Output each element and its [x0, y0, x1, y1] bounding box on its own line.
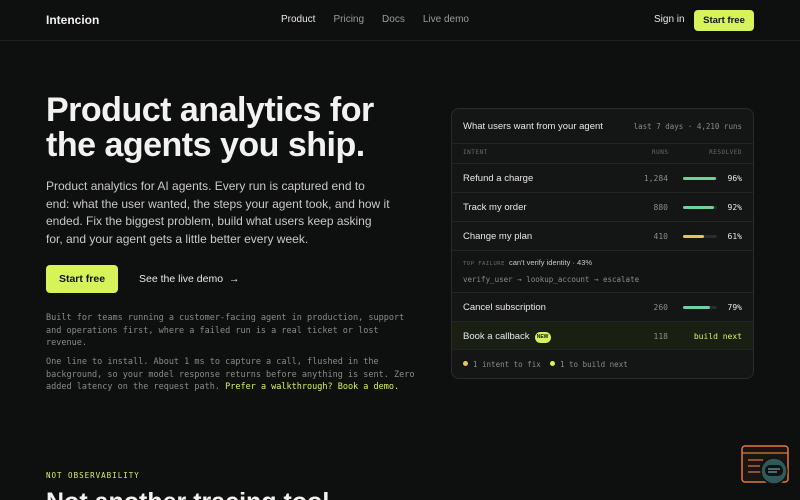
intent-row[interactable]: Refund a charge 1,284 96% [452, 163, 753, 192]
nav-link-pricing[interactable]: Pricing [333, 14, 364, 25]
resolved-bar-fill [683, 306, 710, 309]
new-badge: NEW [534, 332, 551, 343]
intent-runs: 410 [653, 232, 668, 241]
callback-label: Book a callback [463, 331, 530, 342]
failure-label: TOP FAILURE [463, 261, 505, 267]
audience-note: Built for teams running a customer-facin… [46, 313, 405, 348]
sign-in-link[interactable]: Sign in [654, 14, 685, 25]
resolved-bar [683, 306, 717, 309]
start-free-nav-button[interactable]: Start free [694, 10, 754, 31]
install-note: One line to install. About 1 ms to captu… [46, 356, 416, 394]
resolved-bar [683, 235, 717, 238]
intent-row[interactable]: Change my plan 410 61% [452, 221, 753, 250]
build-summary: 1 to build next [550, 360, 628, 369]
fix-summary-text: 1 intent to fix [473, 360, 541, 369]
live-demo-label: See the live demo [139, 273, 224, 285]
section-eyebrow: NOT OBSERVABILITY [46, 471, 140, 480]
resolved-bar [683, 177, 717, 180]
nav-link-product[interactable]: Product [281, 14, 315, 25]
nav-links: Product Pricing Docs Live demo [281, 14, 487, 25]
hero-description: Product analytics for AI agents. Every r… [46, 179, 390, 246]
intent-pct: 79% [727, 303, 742, 312]
intent-pct: 61% [727, 232, 742, 241]
hero-title: Product analytics for the agents you shi… [46, 91, 374, 164]
panel-title: What users want from your agent [463, 121, 603, 132]
intent-name: Track my order [463, 202, 527, 213]
dot-yellow-icon [463, 361, 468, 366]
col-resolved-header: RESOLVED [709, 149, 742, 156]
intent-row[interactable]: Track my order 880 92% [452, 192, 753, 221]
panel-footer: 1 intent to fix 1 to build next [452, 349, 753, 378]
start-free-button[interactable]: Start free [46, 265, 118, 293]
intent-runs: 1,284 [643, 174, 668, 183]
fix-summary: 1 intent to fix [463, 360, 541, 369]
build-summary-text: 1 to build next [560, 360, 628, 369]
build-next-label: build next [693, 332, 742, 341]
book-demo-link[interactable]: Prefer a walkthrough? Book a demo. [225, 382, 399, 392]
intent-pct: 92% [727, 203, 742, 212]
intent-runs: 260 [653, 303, 668, 312]
intent-name: Refund a charge [463, 173, 534, 184]
col-intent-header: INTENT [463, 149, 488, 156]
col-runs-header: RUNS [652, 149, 669, 156]
resolved-bar [683, 206, 717, 209]
intent-name: Cancel subscription [463, 302, 546, 313]
section-title: Not another tracing tool [46, 488, 329, 500]
nav-link-docs[interactable]: Docs [382, 14, 405, 25]
chat-widget-icon[interactable] [741, 445, 789, 487]
top-failure-detail: TOP FAILURE can't verify identity · 43% v… [452, 250, 753, 292]
resolved-bar-fill [683, 206, 715, 209]
resolved-bar-fill [683, 177, 716, 180]
intent-name: Change my plan [463, 231, 533, 242]
logo[interactable]: Intencion [46, 13, 99, 27]
intent-runs: 118 [653, 332, 668, 341]
intent-pct: 96% [727, 174, 742, 183]
failure-text: can't verify identity · 43% [508, 258, 593, 267]
top-nav: Intencion Product Pricing Docs Live demo… [0, 0, 800, 41]
live-demo-link[interactable]: See the live demo → [139, 273, 239, 285]
intent-row-callback[interactable]: Book a callback NEW 118 build next [452, 321, 753, 350]
resolved-bar-fill [683, 235, 704, 238]
intent-name: Book a callback NEW [463, 331, 551, 343]
intent-panel: What users want from your agent last 7 d… [451, 108, 754, 379]
panel-header: What users want from your agent last 7 d… [452, 109, 753, 144]
arrow-right-icon: → [228, 273, 240, 285]
nav-link-live-demo[interactable]: Live demo [423, 14, 469, 25]
failure-path: verify_user → lookup_account → escalate [463, 275, 640, 284]
failure-summary: TOP FAILURE can't verify identity · 43% [463, 258, 592, 267]
panel-meta: last 7 days · 4,210 runs [633, 122, 742, 131]
dot-green-icon [550, 361, 555, 366]
intent-row-cancel[interactable]: Cancel subscription 260 79% [452, 292, 753, 321]
intent-runs: 880 [653, 203, 668, 212]
